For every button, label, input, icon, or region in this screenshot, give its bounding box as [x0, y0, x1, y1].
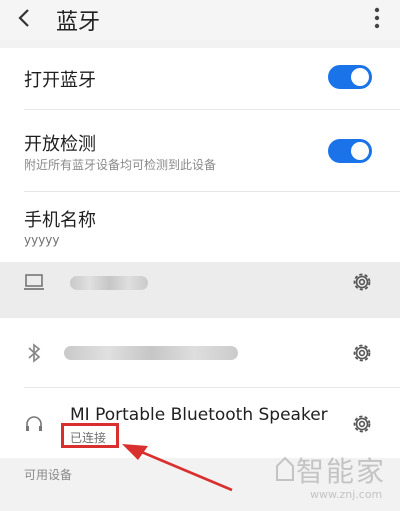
open-bluetooth-label: 打开蓝牙 [24, 70, 96, 91]
watermark-brand: 智能家 [296, 455, 387, 488]
blurred-device-name [64, 346, 238, 360]
visibility-label: 开放检测 [24, 134, 96, 155]
blurred-device-name [70, 276, 148, 290]
paired-device-laptop[interactable] [0, 262, 400, 318]
gear-icon[interactable] [350, 341, 374, 365]
laptop-icon [24, 274, 44, 290]
visibility-row[interactable]: 开放检测 附近所有蓝牙设备均可检测到此设备 [0, 110, 400, 192]
gear-icon[interactable] [350, 412, 374, 436]
gear-icon[interactable] [350, 270, 374, 294]
watermark-url: www.znj.com [310, 488, 383, 501]
available-devices-header: 可用设备 [24, 468, 73, 482]
bluetooth-toggle[interactable] [328, 65, 372, 89]
watermark-logo: 智能家 www.znj.com [276, 450, 386, 506]
back-arrow-icon[interactable] [14, 7, 36, 29]
phone-name-row[interactable]: 手机名称 yyyyy [0, 192, 400, 262]
phone-name-value: yyyyy [24, 233, 60, 247]
visibility-description: 附近所有蓝牙设备均可检测到此设备 [24, 158, 217, 172]
visibility-toggle[interactable] [328, 139, 372, 163]
top-bar: 蓝牙 [0, 0, 400, 40]
headphones-icon [26, 416, 42, 431]
device-name: MI Portable Bluetooth Speaker [70, 405, 328, 425]
annotation-highlight-box [61, 423, 119, 448]
phone-name-label: 手机名称 [24, 210, 96, 231]
more-options-icon[interactable] [374, 6, 380, 30]
paired-device-bluetooth[interactable] [0, 318, 400, 388]
house-icon [276, 456, 294, 481]
page-title: 蓝牙 [56, 10, 101, 35]
open-bluetooth-row[interactable]: 打开蓝牙 [0, 48, 400, 110]
bluetooth-icon [28, 343, 41, 363]
